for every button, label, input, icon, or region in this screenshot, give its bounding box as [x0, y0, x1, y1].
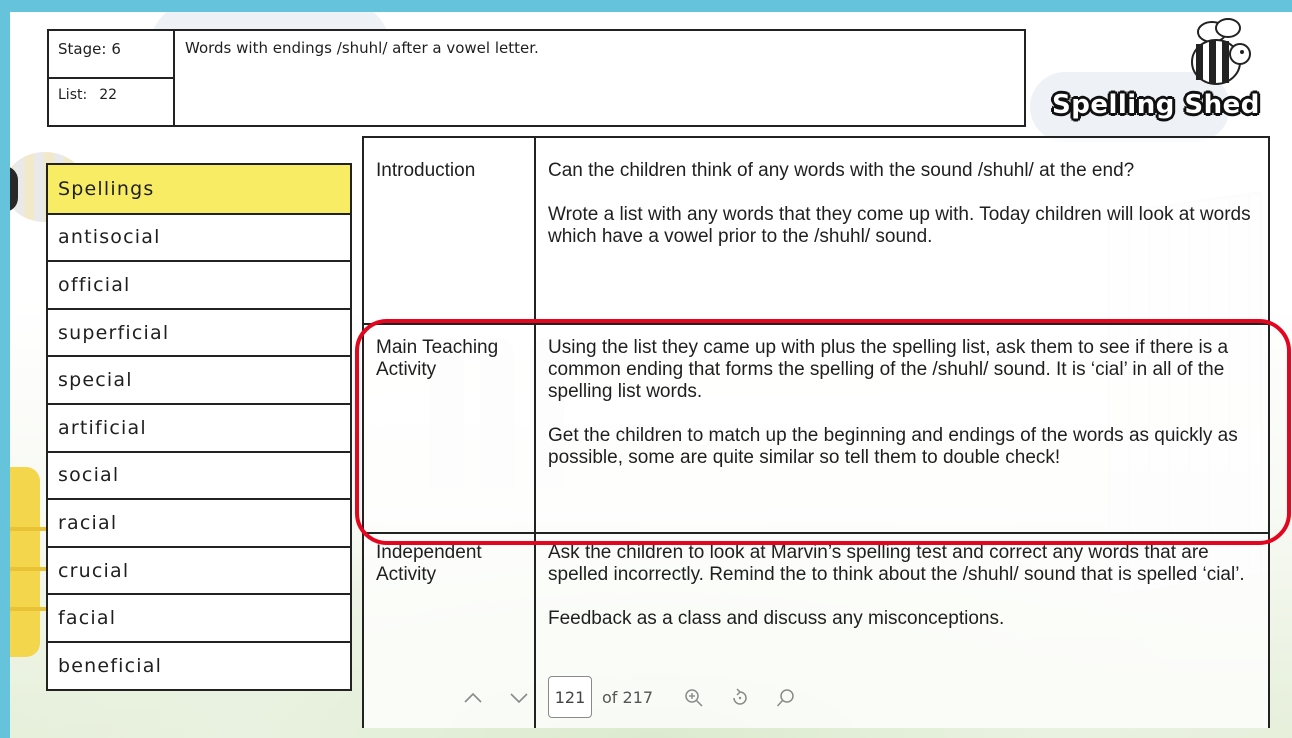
spelling-word: social — [48, 450, 350, 499]
stage-value: 6 — [111, 40, 121, 58]
stage-label: Stage: — [58, 40, 107, 58]
spellings-table: Spellings antisocial official superficial s… — [46, 163, 352, 691]
highlight-annotation — [355, 319, 1291, 545]
search-icon[interactable] — [763, 685, 809, 710]
paragraph: Ask the children to look at Marvin’s spe… — [548, 542, 1245, 585]
page-count: of 217 — [602, 687, 654, 707]
spelling-word: racial — [48, 498, 350, 546]
bee-logo-icon — [1191, 18, 1251, 85]
lesson-title: Words with endings /shuhl/ after a vowel… — [185, 39, 539, 57]
paragraph: Can the children think of any words with… — [548, 160, 1135, 181]
spelling-word: special — [48, 355, 350, 403]
spellings-heading: Spellings — [48, 165, 350, 213]
spelling-word: antisocial — [48, 212, 350, 261]
row-label-introduction: Introduction — [376, 160, 476, 181]
row-label-independent: Independent Activity — [376, 542, 482, 585]
stage-info: Stage: 6 — [58, 40, 121, 58]
spelling-word: facial — [48, 593, 350, 641]
paragraph: Wrote a list with any words that they co… — [548, 204, 1251, 247]
row-text-independent: Ask the children to look at Marvin’s spe… — [548, 542, 1254, 630]
row-text-introduction: Can the children think of any words with… — [548, 160, 1254, 248]
zoom-in-icon[interactable] — [671, 685, 717, 710]
chevron-down-icon[interactable] — [496, 685, 542, 710]
paragraph: Feedback as a class and discuss any misc… — [548, 608, 1005, 629]
pdf-toolbar: 121 of 217 — [450, 672, 809, 722]
divider — [49, 77, 173, 79]
list-info: List: 22 — [58, 87, 117, 103]
chevron-up-icon[interactable] — [450, 685, 496, 710]
beehive-illustration — [10, 467, 50, 657]
spelling-word: official — [48, 260, 350, 308]
spelling-word: superficial — [48, 307, 350, 356]
stage-list-cell: Stage: 6 List: 22 — [49, 31, 175, 125]
rotate-icon[interactable] — [717, 685, 763, 710]
logo-text: Spelling Shed — [1052, 90, 1260, 120]
spelling-word: beneficial — [48, 640, 350, 689]
spelling-word: crucial — [48, 545, 350, 594]
lesson-header: Stage: 6 List: 22 Words with endings /shuh… — [47, 29, 1026, 127]
list-label: List: — [58, 87, 88, 103]
spelling-word: artificial — [48, 402, 350, 451]
list-value: 22 — [99, 87, 118, 103]
page-number-input[interactable]: 121 — [548, 676, 592, 718]
spelling-shed-logo: Spelling Shed — [1052, 12, 1262, 127]
